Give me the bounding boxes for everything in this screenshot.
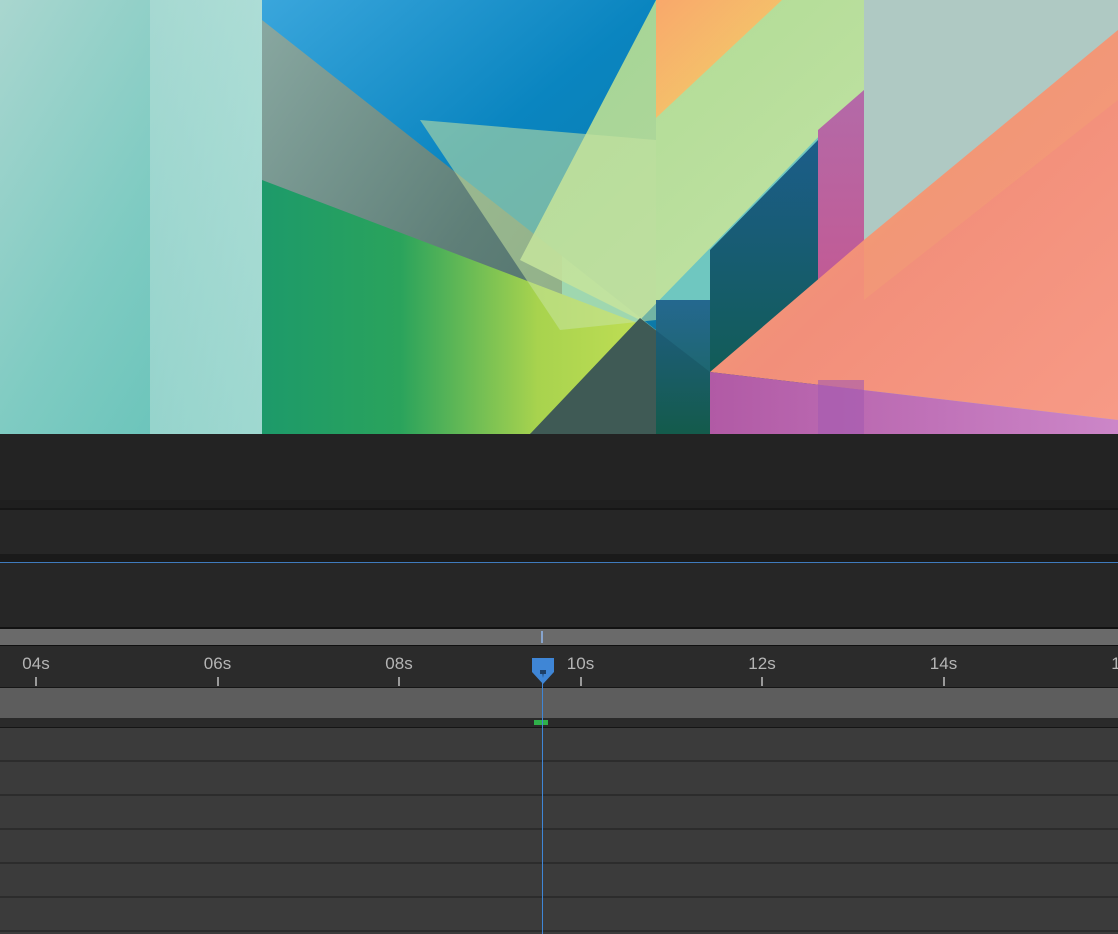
track-row-divider: [0, 896, 1118, 898]
ruler-tick: [35, 677, 37, 686]
ruler-tick: [216, 677, 219, 686]
ruler-label-12s: 12s: [748, 654, 776, 673]
viewer-footer-panel: [0, 434, 1118, 500]
timeline-toolbar-panel: [0, 563, 1118, 627]
track-row-divider: [0, 930, 1118, 932]
panel-divider: [0, 500, 1118, 508]
ruler-tick: [579, 677, 582, 686]
work-area-separator: [0, 718, 1118, 728]
work-area-bar[interactable]: [0, 687, 1118, 719]
track-row-divider: [0, 760, 1118, 762]
ruler-label-08s: 08s: [385, 654, 413, 673]
ruler-tick: [761, 677, 763, 686]
panel-separator[interactable]: [0, 554, 1118, 562]
layer-tracks[interactable]: [0, 728, 1118, 934]
ruler-tick: [398, 677, 400, 686]
composition-viewer[interactable]: [0, 0, 1118, 434]
ruler-label-16s: 16s: [1111, 654, 1118, 673]
playhead-line[interactable]: [542, 680, 543, 934]
ruler-label-06s: 06s: [203, 654, 232, 673]
timeline-header-panel: [0, 510, 1118, 554]
navigator-playhead-marker: [541, 631, 543, 643]
ruler-tick: [942, 677, 945, 686]
time-ruler[interactable]: 04s 06s 08s 10s 12s 14s 16s: [0, 645, 1118, 688]
ruler-label-10s: 10s: [566, 654, 595, 673]
keyframe-marker-icon[interactable]: [534, 720, 548, 725]
ruler-label-14s: 14s: [929, 654, 958, 673]
composition-artwork: [0, 0, 1118, 434]
ruler-label-04s: 04s: [22, 654, 50, 673]
time-navigator-bar[interactable]: [0, 629, 1118, 645]
playhead-icon[interactable]: [530, 656, 556, 688]
track-row-divider: [0, 862, 1118, 864]
track-row-divider: [0, 794, 1118, 796]
track-row-divider: [0, 828, 1118, 830]
